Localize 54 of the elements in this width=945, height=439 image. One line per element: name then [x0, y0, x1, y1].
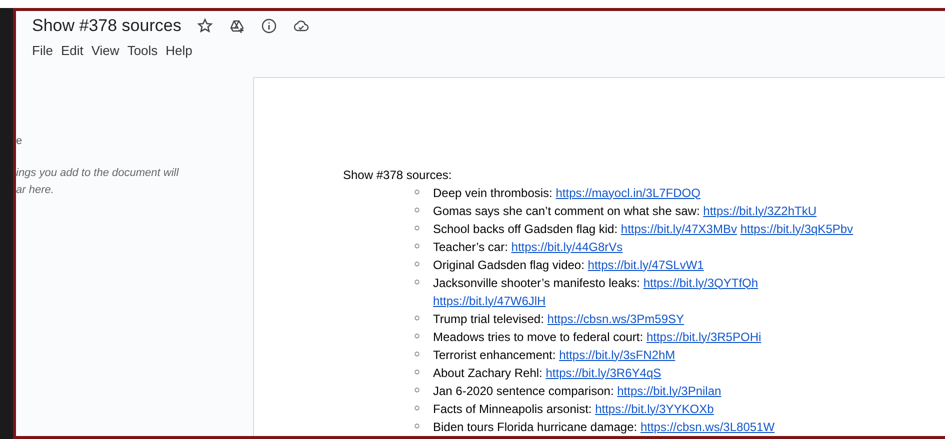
bullet: ○: [414, 348, 422, 362]
menu-item[interactable]: Help: [162, 41, 196, 60]
item-text: Trump trial televised:: [433, 312, 544, 326]
link[interactable]: https://mayocl.in/3L7FDOQ: [556, 186, 700, 200]
bullet: ○: [414, 312, 422, 326]
item-text: School backs off Gadsden flag kid:: [433, 222, 618, 236]
page-heading: Show #378 sources:: [343, 166, 453, 184]
item-text: About Zachary Rehl:: [433, 366, 542, 380]
info-icon[interactable]: [261, 18, 278, 34]
document-title[interactable]: Show #378 sources: [32, 15, 182, 37]
cloud-check-icon[interactable]: [293, 18, 310, 34]
bullet: ○: [414, 204, 422, 218]
item-text: Original Gadsden flag video:: [433, 258, 584, 272]
link[interactable]: https://cbsn.ws/3L8051W: [640, 420, 775, 434]
link[interactable]: https://bit.ly/3sFN2hM: [559, 348, 676, 362]
item-text: Facts of Minneapolis arsonist:: [433, 402, 592, 416]
link[interactable]: https://bit.ly/44G8rVs: [511, 240, 623, 254]
link[interactable]: https://bit.ly/3R5POHi: [646, 330, 762, 344]
item-text: Jan 6-2020 sentence comparison:: [433, 384, 614, 398]
bullet: ○: [414, 186, 422, 200]
menu-item[interactable]: File: [28, 41, 57, 60]
drive-add-icon[interactable]: [229, 18, 246, 34]
link[interactable]: https://bit.ly/3QYTfQh: [643, 276, 758, 290]
bullet: ○: [414, 330, 422, 344]
link[interactable]: https://bit.ly/47X3MBv: [620, 222, 737, 236]
bullet: ○: [414, 222, 422, 236]
bullet: ○: [414, 240, 422, 254]
outline-heading: e: [16, 134, 24, 148]
item-text: Biden tours Florida hurricane damage:: [433, 420, 638, 434]
menu-item[interactable]: Tools: [123, 41, 162, 60]
link[interactable]: https://bit.ly/47W6JlH: [433, 294, 546, 308]
outline-hint: ings you add to the document will ar here.: [16, 166, 180, 198]
link[interactable]: https://bit.ly/3Z2hTkU: [703, 204, 817, 218]
link[interactable]: https://cbsn.ws/3Pm59SY: [547, 312, 684, 326]
bullet: ○: [414, 420, 422, 434]
item-text: Meadows tries to move to federal court:: [433, 330, 644, 344]
item-text: Teacher’s car:: [433, 240, 508, 254]
bullet: ○: [414, 258, 422, 272]
link[interactable]: https://bit.ly/3YYKOXb: [595, 402, 714, 416]
bullet: ○: [414, 402, 422, 416]
star-icon[interactable]: [197, 18, 214, 34]
menu-item[interactable]: Edit: [56, 41, 88, 60]
bullet: ○: [414, 384, 422, 398]
link[interactable]: https://bit.ly/47SLvW1: [588, 258, 704, 272]
link[interactable]: https://bit.ly/3R6Y4qS: [546, 366, 662, 380]
bullet: ○: [414, 276, 422, 290]
bullet: ○: [414, 366, 422, 380]
item-text: Jacksonville shooter’s manifesto leaks:: [433, 276, 640, 290]
link[interactable]: https://bit.ly/3qK5Pbv: [740, 222, 854, 236]
item-text: Terrorist enhancement:: [433, 348, 556, 362]
item-text: Deep vein thrombosis:: [433, 186, 552, 200]
menu-item[interactable]: View: [87, 41, 124, 60]
link[interactable]: https://bit.ly/3Pnilan: [617, 384, 722, 398]
item-text: Gomas says she can’t comment on what she saw:: [433, 204, 700, 218]
